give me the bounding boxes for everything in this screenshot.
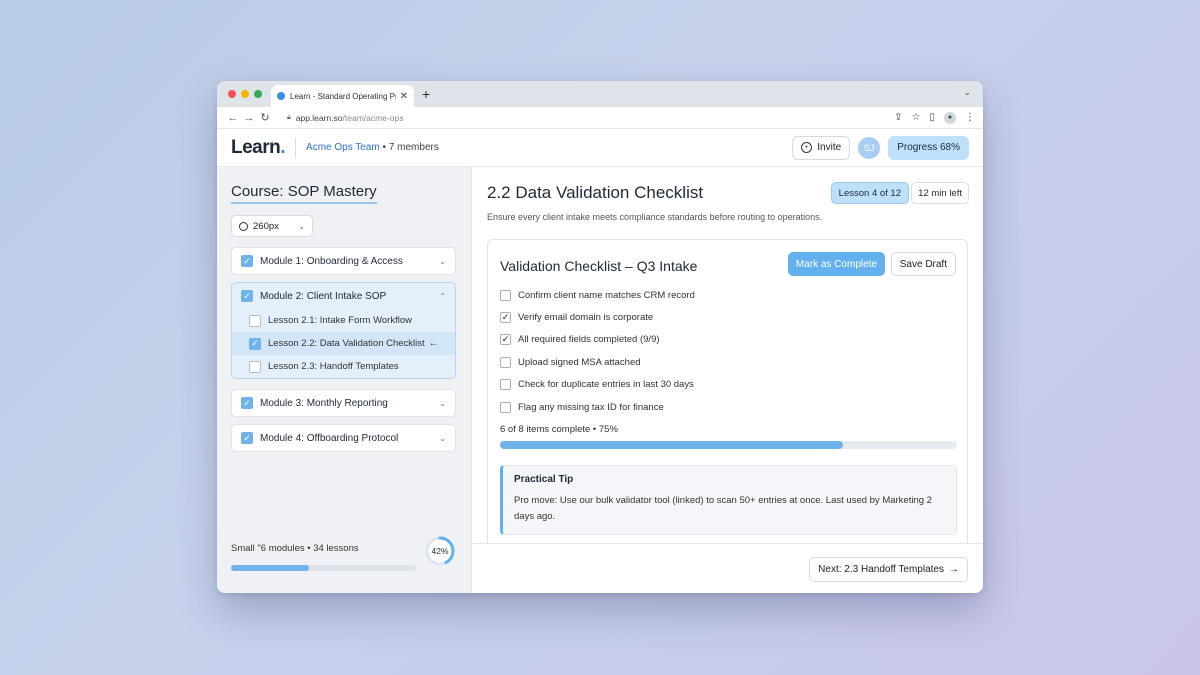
- module-item-3[interactable]: ✓ Module 3: Monthly Reporting ⌄: [231, 389, 456, 417]
- checklist-title: Validation Checklist – Q3 Intake: [500, 258, 698, 274]
- lesson-checkbox[interactable]: ✓: [249, 337, 261, 350]
- header-divider: [295, 137, 297, 158]
- mark-complete-button[interactable]: Mark as Complete: [787, 252, 885, 276]
- checklist-item[interactable]: Confirm client name matches CRM record: [500, 284, 695, 306]
- new-tab-button[interactable]: +: [422, 86, 430, 102]
- tab-strip: Learn - Standard Operating Procedures ✕ …: [217, 81, 983, 107]
- module-label: Module 1: Onboarding & Access: [260, 255, 403, 267]
- bookmark-star-icon[interactable]: ☆: [912, 112, 921, 123]
- course-sidebar: Course: SOP Mastery 260px ⌄ ✓ Module 1: …: [217, 167, 472, 593]
- module-label: Module 3: Monthly Reporting: [260, 397, 388, 409]
- lesson-title: 2.2 Data Validation Checklist: [487, 183, 704, 202]
- current-lesson-arrow-icon: ←: [428, 338, 439, 349]
- browser-window: Learn - Standard Operating Procedures ✕ …: [217, 81, 983, 593]
- tab-title: Learn - Standard Operating Procedures: [290, 91, 396, 101]
- tab-search-icon[interactable]: ⌄: [963, 87, 971, 98]
- favicon-icon: [277, 92, 285, 100]
- module-item-2[interactable]: ✓ Module 2: Client Intake SOP ⌃ Lesson 2…: [231, 282, 456, 379]
- checklist-item[interactable]: ✓ All required fields completed (9/9): [500, 329, 695, 351]
- module-checkbox[interactable]: ✓: [241, 290, 253, 302]
- tip-body: Pro move: Use our bulk validator tool (l…: [514, 495, 932, 522]
- url-field[interactable]: 🔒︎ app.learn.so/team/acme-ops: [287, 113, 403, 123]
- profile-icon[interactable]: ●: [944, 111, 956, 124]
- course-progress-bar: [231, 565, 416, 571]
- checklist-item[interactable]: Flag any missing tax ID for finance: [500, 396, 695, 418]
- url-path: /team/acme-ops: [342, 112, 404, 123]
- lesson-footer: Next: 2.3 Handoff Templates →: [472, 543, 983, 593]
- module-item-1[interactable]: ✓ Module 1: Onboarding & Access ⌄: [231, 247, 456, 275]
- next-lesson-button[interactable]: Next: 2.3 Handoff Templates →: [809, 557, 968, 582]
- invite-button[interactable]: + Invite: [792, 135, 851, 160]
- module-item-4[interactable]: ✓ Module 4: Offboarding Protocol ⌄: [231, 424, 456, 452]
- address-bar: ← → ↻ 🔒︎ app.learn.so/team/acme-ops ⇪ ☆ …: [217, 107, 983, 129]
- lesson-main: 2.2 Data Validation Checklist Lesson 4 o…: [472, 167, 983, 593]
- course-progress-footer: Small "6 modules • 34 lessons 42%: [231, 536, 456, 577]
- course-progress-fill: [231, 565, 309, 571]
- save-draft-button[interactable]: Save Draft: [890, 252, 956, 276]
- menu-kebab-icon[interactable]: ⋮: [965, 112, 975, 123]
- url-host: app.learn.so: [295, 112, 343, 123]
- tip-heading: Practical Tip: [514, 474, 574, 485]
- checklist-progress-fill: [500, 441, 843, 449]
- time-left-badge: 12 min left: [911, 182, 969, 204]
- learn-logo[interactable]: Learn.: [231, 137, 286, 159]
- reload-icon[interactable]: ↻: [257, 111, 273, 124]
- browser-tab[interactable]: Learn - Standard Operating Procedures ✕: [271, 85, 414, 107]
- sidebar-panel-icon[interactable]: ▯: [929, 112, 935, 123]
- lesson-count-badge: Lesson 4 of 12: [830, 182, 909, 204]
- checkbox[interactable]: [500, 379, 511, 391]
- invite-icon: +: [801, 142, 813, 153]
- close-window-dot[interactable]: [228, 90, 236, 98]
- module-checkbox[interactable]: ✓: [241, 397, 253, 409]
- lesson-checkbox[interactable]: [249, 360, 261, 373]
- team-name-link[interactable]: Acme Ops Team: [306, 142, 380, 153]
- chevron-down-icon: ⌄: [439, 256, 446, 266]
- maximize-window-dot[interactable]: [254, 90, 262, 98]
- checkbox[interactable]: ✓: [500, 334, 511, 346]
- forward-icon[interactable]: →: [241, 112, 257, 124]
- course-title: Course: SOP Mastery: [231, 183, 377, 204]
- back-icon[interactable]: ←: [225, 112, 241, 124]
- checkbox[interactable]: [500, 289, 511, 301]
- lesson-item-2-2[interactable]: ✓ Lesson 2.2: Data Validation Checklist …: [232, 332, 455, 355]
- minimize-window-dot[interactable]: [241, 90, 249, 98]
- checkbox[interactable]: ✓: [500, 312, 511, 324]
- team-info: Acme Ops Team • 7 members: [306, 142, 439, 153]
- chevron-down-icon: ⌄: [439, 398, 446, 408]
- arrow-right-icon: →: [949, 564, 959, 575]
- chevron-down-icon: ⌄: [298, 221, 305, 231]
- checklist-item[interactable]: Upload signed MSA attached: [500, 351, 695, 373]
- checkbox[interactable]: [500, 356, 511, 368]
- checklist-summary: 6 of 8 items complete • 75%: [500, 424, 618, 435]
- course-progress-percent: 42%: [431, 546, 449, 556]
- user-avatar[interactable]: SJ: [858, 136, 881, 159]
- resize-icon: [239, 221, 248, 231]
- app-header: Learn. Acme Ops Team • 7 members + Invit…: [217, 129, 983, 167]
- lesson-checkbox[interactable]: [249, 314, 261, 327]
- sidebar-width-select[interactable]: 260px ⌄: [231, 215, 313, 237]
- close-tab-icon[interactable]: ✕: [400, 91, 408, 102]
- share-icon[interactable]: ⇪: [894, 112, 902, 123]
- module-checkbox[interactable]: ✓: [241, 432, 253, 444]
- team-members: • 7 members: [379, 142, 439, 153]
- lesson-subtitle: Ensure every client intake meets complia…: [487, 212, 823, 222]
- module-label: Module 4: Offboarding Protocol: [260, 432, 399, 444]
- lesson-item-2-1[interactable]: Lesson 2.1: Intake Form Workflow: [232, 309, 455, 332]
- chevron-up-icon: ⌃: [439, 291, 446, 301]
- checklist: Confirm client name matches CRM record ✓…: [500, 284, 695, 418]
- checklist-item[interactable]: Check for duplicate entries in last 30 d…: [500, 374, 695, 396]
- checklist-item[interactable]: ✓ Verify email domain is corporate: [500, 306, 695, 328]
- checkbox[interactable]: [500, 401, 511, 413]
- chevron-down-icon: ⌄: [439, 433, 446, 443]
- module-label: Module 2: Client Intake SOP: [260, 290, 387, 302]
- practical-tip: Practical Tip Pro move: Use our bulk val…: [500, 465, 957, 535]
- lock-icon: 🔒︎: [287, 113, 291, 121]
- checklist-progress-bar: [500, 441, 957, 449]
- module-checkbox[interactable]: ✓: [241, 255, 253, 267]
- checklist-card: Validation Checklist – Q3 Intake Mark as…: [487, 239, 968, 559]
- lesson-item-2-3[interactable]: Lesson 2.3: Handoff Templates: [232, 355, 455, 378]
- course-stats: Small "6 modules • 34 lessons: [231, 543, 359, 554]
- progress-badge[interactable]: Progress 68%: [888, 135, 969, 160]
